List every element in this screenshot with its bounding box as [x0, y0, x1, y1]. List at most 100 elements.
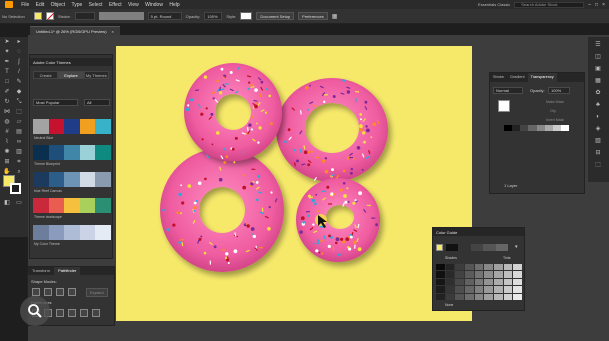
variation-swatch[interactable]	[455, 286, 464, 293]
exclude-button[interactable]	[68, 288, 76, 296]
variation-swatch[interactable]	[484, 278, 493, 286]
intersect-button[interactable]	[56, 288, 64, 296]
donut-small-right[interactable]	[295, 177, 381, 263]
clip-checkbox[interactable]: Clip	[550, 109, 556, 113]
rectangle-tool-icon[interactable]: □	[3, 79, 11, 86]
variation-swatch[interactable]	[513, 293, 522, 300]
variation-swatch[interactable]	[503, 264, 513, 271]
invert-mask-checkbox[interactable]: Invert Mask	[546, 118, 564, 122]
color-icon[interactable]: ◐	[594, 113, 602, 121]
theme-swatch-row[interactable]	[33, 119, 111, 134]
swatch[interactable]	[48, 119, 65, 134]
zoom-tool-icon[interactable]: ⌕	[15, 169, 23, 176]
swatch[interactable]	[33, 119, 49, 134]
variation-swatch[interactable]	[513, 286, 522, 293]
swatch[interactable]	[33, 172, 49, 187]
variation-swatch[interactable]	[474, 293, 484, 300]
swatch[interactable]	[33, 145, 49, 160]
unite-button[interactable]	[32, 288, 40, 296]
magic-wand-tool-icon[interactable]: ✦	[3, 49, 11, 56]
time-filter-dropdown[interactable]: All	[84, 99, 110, 106]
tab-transform[interactable]: Transform	[28, 267, 54, 275]
variation-swatch[interactable]	[484, 271, 493, 278]
sort-dropdown[interactable]: Most Popular	[33, 99, 78, 106]
swatch[interactable]	[48, 198, 65, 213]
variation-swatch[interactable]	[436, 271, 445, 278]
variation-swatch[interactable]	[474, 264, 484, 271]
swatch[interactable]	[48, 225, 65, 240]
properties-icon[interactable]: ☰	[594, 41, 602, 49]
variation-swatch[interactable]	[513, 264, 522, 271]
swatch[interactable]	[64, 119, 80, 134]
swatch[interactable]	[48, 172, 65, 187]
swatch[interactable]	[79, 225, 96, 240]
harmony-dropdown-icon[interactable]: ▾	[515, 244, 518, 250]
screen-mode-icon[interactable]: ▭	[15, 200, 23, 207]
shaper-tool-icon[interactable]: ✐	[3, 89, 11, 96]
variation-swatch[interactable]	[494, 293, 503, 300]
tab-transparency[interactable]: Transparency	[527, 73, 557, 82]
perspective-grid-tool-icon[interactable]: ▱	[15, 119, 23, 126]
type-tool-icon[interactable]: T	[3, 69, 11, 76]
graphic-styles-icon[interactable]: ▧	[594, 137, 602, 145]
variation-swatch[interactable]	[503, 286, 513, 293]
scale-tool-icon[interactable]: ⤡	[15, 99, 23, 106]
harmony-strip[interactable]	[446, 244, 509, 251]
swatch[interactable]	[64, 225, 80, 240]
variation-swatch[interactable]	[474, 271, 484, 278]
rotate-tool-icon[interactable]: ↻	[3, 99, 11, 106]
variation-swatch[interactable]	[513, 271, 522, 278]
donut-top-right[interactable]	[276, 78, 388, 182]
symbols-icon[interactable]: ♣	[594, 101, 602, 109]
pen-tool-icon[interactable]: ✒	[3, 59, 11, 66]
variation-swatch[interactable]	[445, 271, 455, 278]
outline-button[interactable]	[80, 309, 88, 317]
variation-swatch[interactable]	[484, 293, 493, 300]
variation-swatch[interactable]	[455, 264, 464, 271]
variation-swatch[interactable]	[503, 271, 513, 278]
variation-swatch[interactable]	[445, 293, 455, 300]
gradient-tool-icon[interactable]: ▤	[15, 129, 23, 136]
shape-builder-tool-icon[interactable]: ◍	[3, 119, 11, 126]
theme-swatch-row[interactable]	[33, 198, 111, 213]
eyedropper-tool-icon[interactable]: ⌇	[3, 139, 11, 146]
variation-swatch[interactable]	[484, 286, 493, 293]
swatch[interactable]	[33, 225, 49, 240]
search-overlay-icon[interactable]	[20, 296, 50, 326]
libraries-icon[interactable]: ▣	[594, 65, 602, 73]
swatches-icon[interactable]: ▦	[594, 77, 602, 85]
variation-swatch[interactable]	[436, 286, 445, 293]
mesh-tool-icon[interactable]: #	[3, 129, 11, 136]
variation-swatch[interactable]	[455, 278, 464, 286]
swatch[interactable]	[95, 225, 111, 240]
appearance-icon[interactable]: ◈	[594, 125, 602, 133]
swatch[interactable]	[64, 198, 80, 213]
variation-swatch[interactable]	[503, 278, 513, 286]
variation-swatch[interactable]	[465, 293, 474, 300]
variation-swatch[interactable]	[494, 264, 503, 271]
variation-swatch[interactable]	[465, 264, 474, 271]
swatch[interactable]	[79, 119, 96, 134]
brushes-icon[interactable]: ✿	[594, 89, 602, 97]
make-mask-button[interactable]: Make Mask	[546, 100, 564, 104]
swatch[interactable]	[79, 145, 96, 160]
artboard-tool-icon[interactable]: ⊞	[3, 159, 11, 166]
theme-swatch-row[interactable]	[33, 172, 111, 187]
variation-swatch[interactable]	[436, 278, 445, 286]
free-transform-tool-icon[interactable]: ⬚	[15, 109, 23, 116]
align-icon[interactable]: ⊟	[594, 149, 602, 157]
swatch[interactable]	[64, 172, 80, 187]
opacity-field[interactable]: 100%	[548, 87, 570, 94]
tab-stroke[interactable]: Stroke	[490, 73, 507, 82]
variation-swatch[interactable]	[445, 278, 455, 286]
paintbrush-tool-icon[interactable]: ✎	[15, 79, 23, 86]
symbol-sprayer-tool-icon[interactable]: ✺	[3, 149, 11, 156]
minus-back-button[interactable]	[92, 309, 100, 317]
blend-mode-dropdown[interactable]: Normal	[493, 87, 523, 94]
variation-swatch[interactable]	[503, 293, 513, 300]
variation-swatch[interactable]	[445, 264, 455, 271]
merge-button[interactable]	[56, 309, 64, 317]
variation-swatch[interactable]	[474, 286, 484, 293]
variation-swatch[interactable]	[465, 286, 474, 293]
swatch[interactable]	[95, 172, 111, 187]
